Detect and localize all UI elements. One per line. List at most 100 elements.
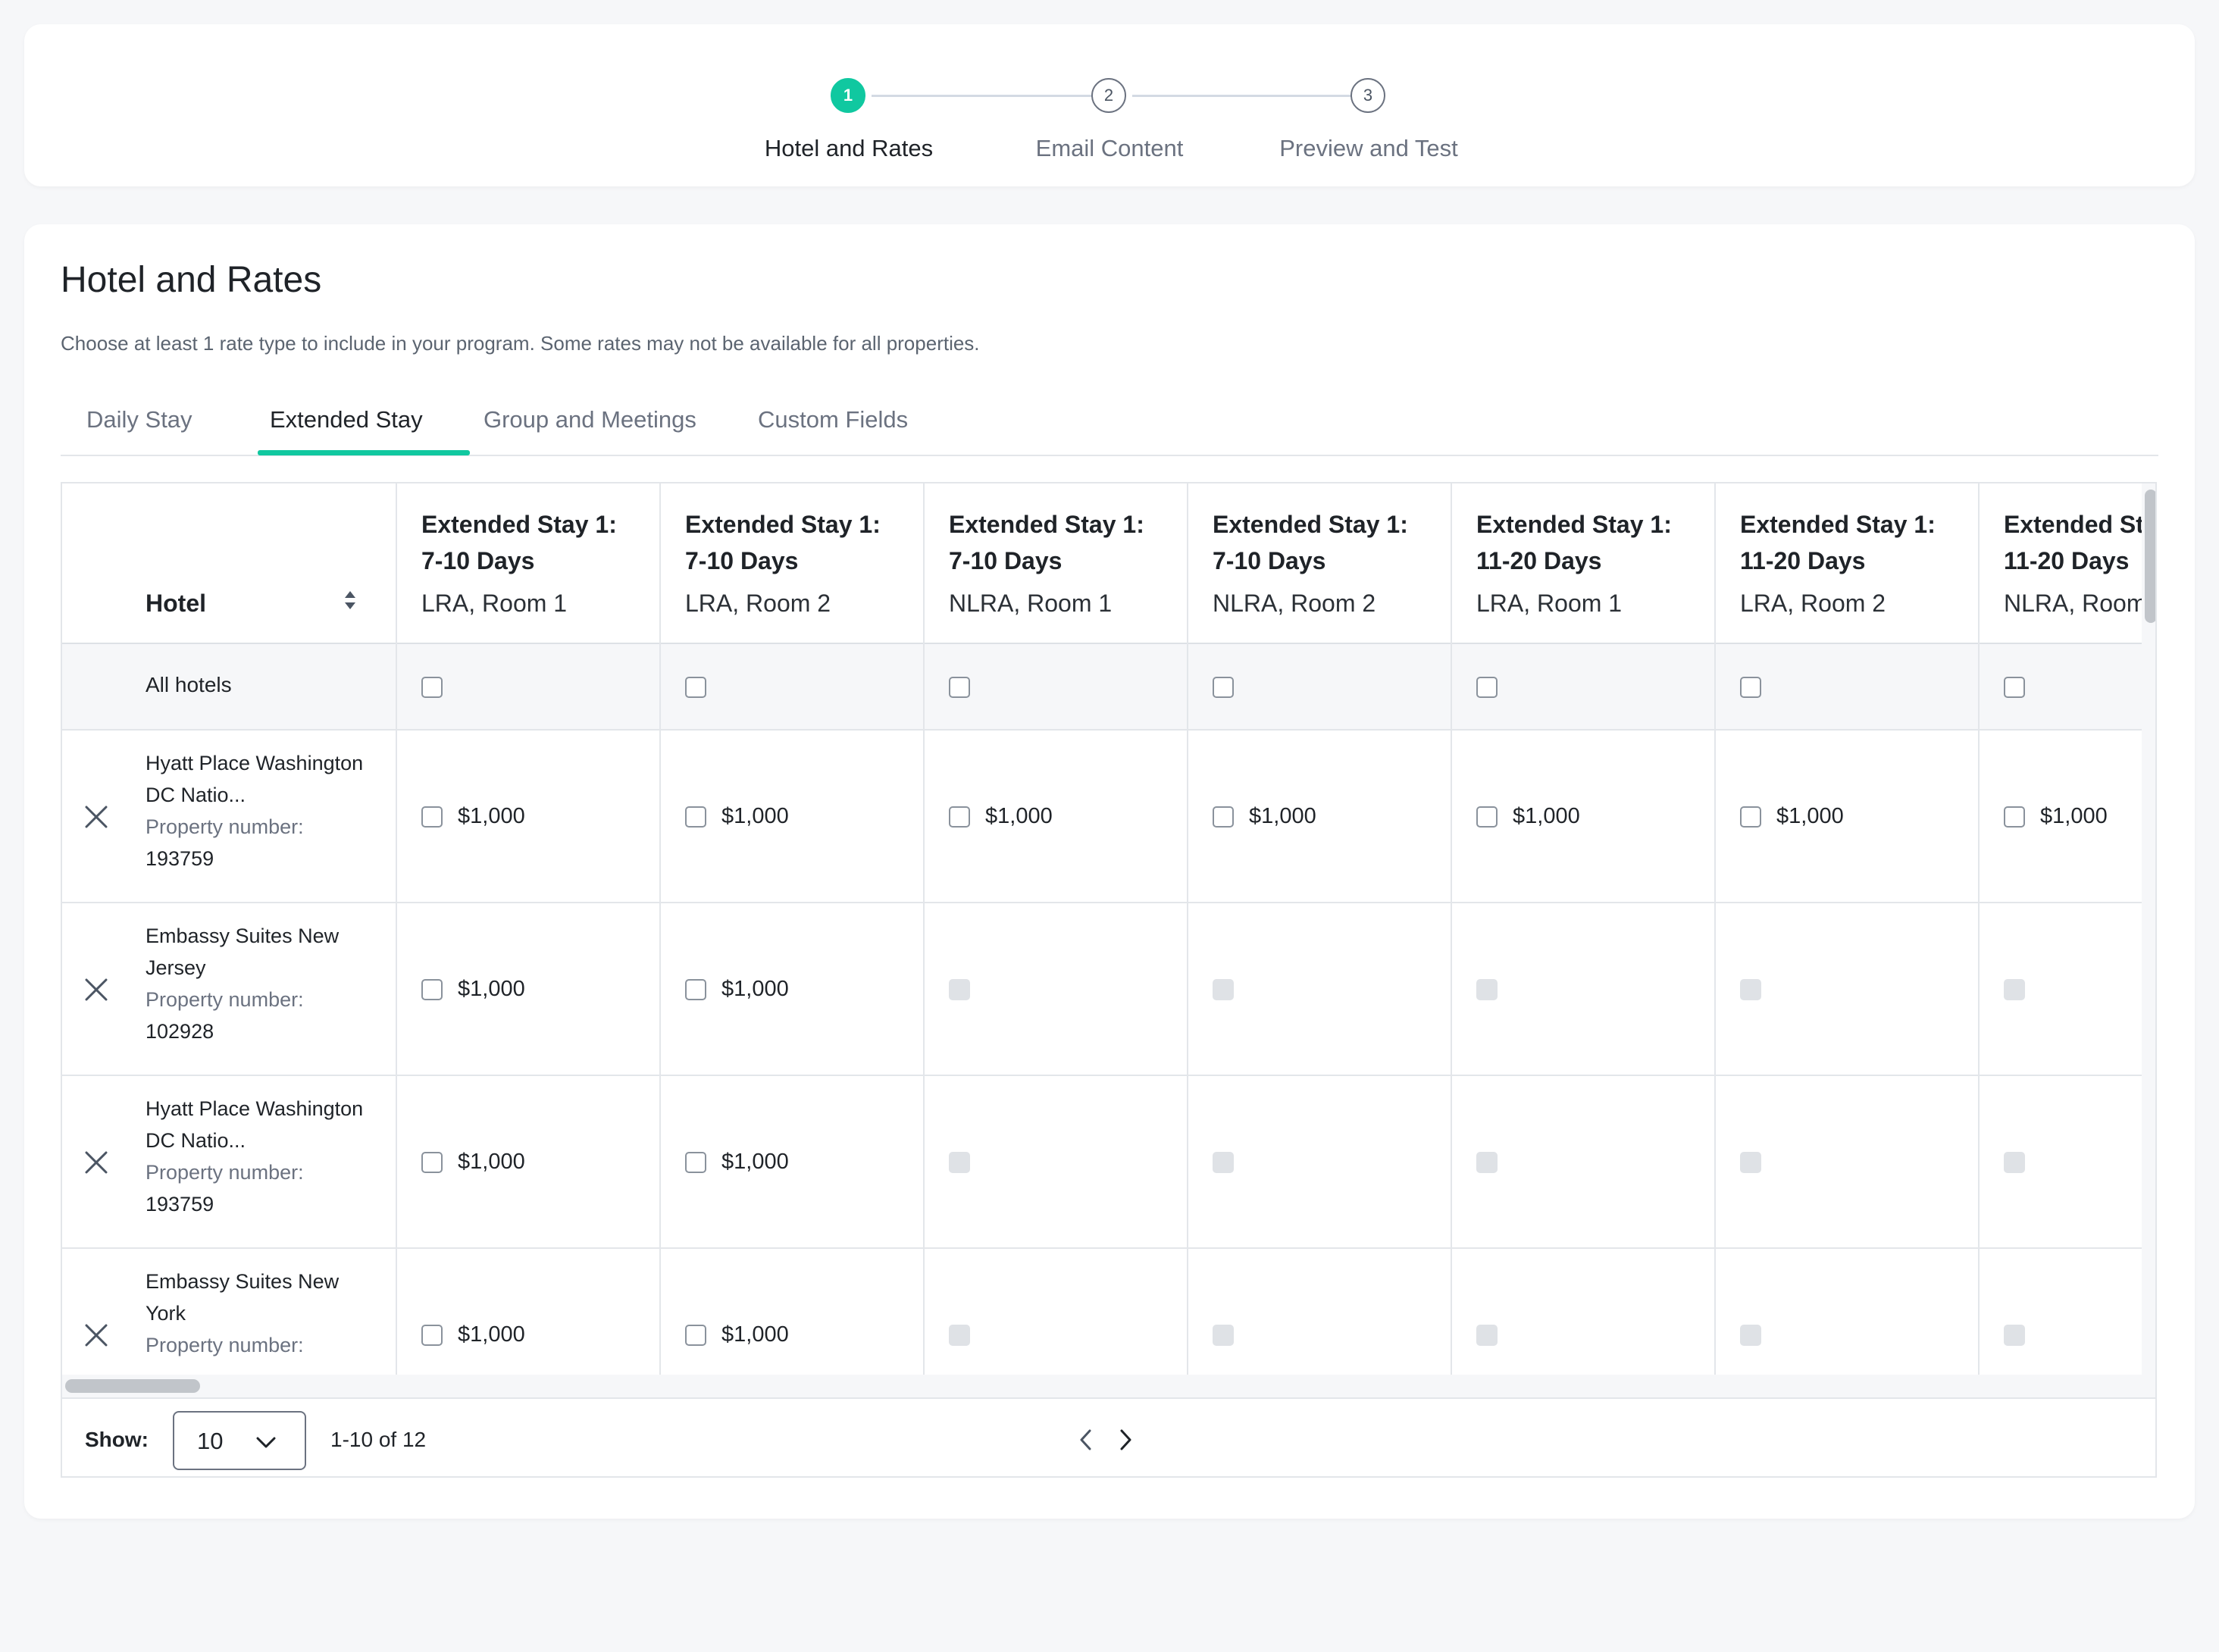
hotel-name: Hyatt Place Washington DC Natio... — [146, 1097, 364, 1152]
step-2-label[interactable]: Email Content — [1036, 135, 1184, 162]
remove-hotel-icon[interactable] — [83, 1322, 109, 1348]
rate-checkbox-disabled — [2004, 1152, 2025, 1173]
step-connector — [872, 95, 1111, 97]
property-number: 193759 — [146, 1193, 214, 1216]
rate-header-line1: Extended Stay 1: — [685, 511, 881, 538]
rate-checkbox[interactable] — [685, 979, 706, 1000]
vertical-scrollbar-thumb[interactable] — [2145, 490, 2155, 623]
rate-checkbox[interactable] — [1476, 806, 1498, 828]
rate-price: $1,000 — [458, 977, 525, 1001]
step-1-label[interactable]: Hotel and Rates — [765, 135, 933, 162]
property-number-label: Property number: — [146, 815, 304, 838]
vertical-scrollbar[interactable] — [2142, 483, 2155, 1375]
rate-column-header: Extended Stay 1: 11-20 Days NLRA, Room 1 — [2004, 506, 2157, 621]
rate-checkbox-disabled — [949, 979, 970, 1000]
rate-type-tabs: Daily Stay Extended Stay Group and Meeti… — [61, 399, 2158, 456]
rate-price: $1,000 — [458, 1322, 525, 1347]
hotel-cell: Hyatt Place Washington DC Natio... Proper… — [146, 747, 373, 874]
rate-checkbox-disabled — [949, 1325, 970, 1346]
rate-column: Extended Stay 1: 7-10 Days LRA, Room 2 $1,0… — [661, 483, 925, 1375]
select-all-checkbox[interactable] — [1740, 677, 1761, 698]
tab-group-and-meetings[interactable]: Group and Meetings — [484, 406, 696, 433]
rate-header-line1: Extended Stay 1: — [1476, 511, 1672, 538]
rate-checkbox[interactable] — [685, 1152, 706, 1173]
rate-checkbox[interactable] — [685, 1325, 706, 1346]
horizontal-scrollbar[interactable] — [62, 1375, 2155, 1399]
rate-checkbox-disabled — [1476, 1325, 1498, 1346]
rate-checkbox[interactable] — [421, 1325, 443, 1346]
rate-column-header: Extended Stay 1: 7-10 Days NLRA, Room 2 — [1213, 506, 1408, 621]
rate-price: $1,000 — [2040, 804, 2108, 828]
rate-checkbox[interactable] — [1213, 806, 1234, 828]
rate-header-line1: Extended Stay 1: — [2004, 511, 2155, 538]
page-size-select[interactable]: 10 — [173, 1411, 306, 1470]
rate-column: Extended Stay 1: 7-10 Days LRA, Room 1 $1,0… — [397, 483, 661, 1375]
hotel-rates-panel: Hotel and Rates Choose at least 1 rate t… — [24, 224, 2195, 1519]
rate-header-line1: Extended Stay 1: — [949, 511, 1144, 538]
rate-header-room: NLRA, Room 1 — [2004, 590, 2157, 617]
page-description: Choose at least 1 rate type to include i… — [61, 332, 980, 355]
property-number-label: Property number: — [146, 988, 304, 1011]
rate-checkbox-disabled — [1476, 1152, 1498, 1173]
select-all-checkbox[interactable] — [685, 677, 706, 698]
chevron-right-icon[interactable] — [1114, 1425, 1137, 1455]
rate-checkbox[interactable] — [421, 1152, 443, 1173]
pagination-range: 1-10 of 12 — [330, 1428, 427, 1451]
rate-header-room: LRA, Room 2 — [685, 590, 831, 617]
rate-column-header: Extended Stay 1: 11-20 Days LRA, Room 2 — [1740, 506, 1936, 621]
hotel-cell: Hyatt Place Washington DC Natio... Proper… — [146, 1093, 373, 1220]
rate-checkbox[interactable] — [685, 806, 706, 828]
rate-checkbox[interactable] — [2004, 806, 2025, 828]
remove-hotel-icon[interactable] — [83, 1150, 109, 1175]
hotel-column-header[interactable]: Hotel — [146, 590, 206, 618]
rate-checkbox-disabled — [949, 1152, 970, 1173]
sort-icon[interactable] — [343, 585, 358, 615]
select-all-checkbox[interactable] — [1476, 677, 1498, 698]
rate-column-header: Extended Stay 1: 7-10 Days LRA, Room 2 — [685, 506, 881, 621]
rate-price: $1,000 — [458, 804, 525, 828]
rate-checkbox-disabled — [1476, 979, 1498, 1000]
hotel-name: Embassy Suites New York — [146, 1270, 340, 1325]
tab-extended-stay[interactable]: Extended Stay — [270, 406, 423, 433]
rate-header-room: NLRA, Room 1 — [949, 590, 1113, 617]
step-3-indicator[interactable]: 3 — [1350, 78, 1385, 113]
step-2-indicator[interactable]: 2 — [1091, 78, 1126, 113]
horizontal-scrollbar-thumb[interactable] — [65, 1379, 200, 1393]
rate-column: Extended Stay 1: 11-20 Days NLRA, Room 1 $1… — [1980, 483, 2157, 1375]
tab-custom-fields[interactable]: Custom Fields — [758, 406, 908, 433]
rate-column: Extended Stay 1: 7-10 Days NLRA, Room 2 $1,… — [1188, 483, 1452, 1375]
tab-daily-stay[interactable]: Daily Stay — [86, 406, 192, 433]
chevron-left-icon[interactable] — [1075, 1425, 1097, 1455]
step-3-label[interactable]: Preview and Test — [1279, 135, 1458, 162]
stepper-card: 1 2 3 Hotel and Rates Email Content Prev… — [24, 24, 2195, 186]
rate-header-line2: 11-20 Days — [1476, 547, 1602, 574]
rate-checkbox[interactable] — [421, 979, 443, 1000]
remove-hotel-icon[interactable] — [83, 804, 109, 830]
rate-column-header: Extended Stay 1: 11-20 Days LRA, Room 1 — [1476, 506, 1672, 621]
rate-header-line2: 11-20 Days — [2004, 547, 2130, 574]
select-all-checkbox[interactable] — [1213, 677, 1234, 698]
rate-checkbox-disabled — [1213, 1152, 1234, 1173]
rate-checkbox-disabled — [1740, 1325, 1761, 1346]
rate-checkbox-disabled — [2004, 979, 2025, 1000]
select-all-checkbox[interactable] — [421, 677, 443, 698]
rate-header-line2: 7-10 Days — [1213, 547, 1326, 574]
remove-hotel-icon[interactable] — [83, 977, 109, 1003]
select-all-checkbox[interactable] — [2004, 677, 2025, 698]
step-1-indicator[interactable]: 1 — [831, 78, 865, 113]
rate-price: $1,000 — [1776, 804, 1844, 828]
table-footer: Show: 10 1-10 of 12 — [62, 1399, 2155, 1476]
chevron-down-icon — [256, 1437, 276, 1448]
rate-checkbox-disabled — [2004, 1325, 2025, 1346]
property-number: 193759 — [146, 847, 214, 870]
rate-checkbox[interactable] — [949, 806, 970, 828]
rate-price: $1,000 — [1249, 804, 1316, 828]
rate-checkbox[interactable] — [1740, 806, 1761, 828]
rate-price: $1,000 — [1513, 804, 1580, 828]
rate-checkbox-disabled — [1740, 979, 1761, 1000]
hotel-cell: Embassy Suites New Jersey Property number… — [146, 920, 373, 1047]
rate-checkbox[interactable] — [421, 806, 443, 828]
select-all-checkbox[interactable] — [949, 677, 970, 698]
step-connector — [1132, 95, 1373, 97]
property-number: 102928 — [146, 1020, 214, 1043]
